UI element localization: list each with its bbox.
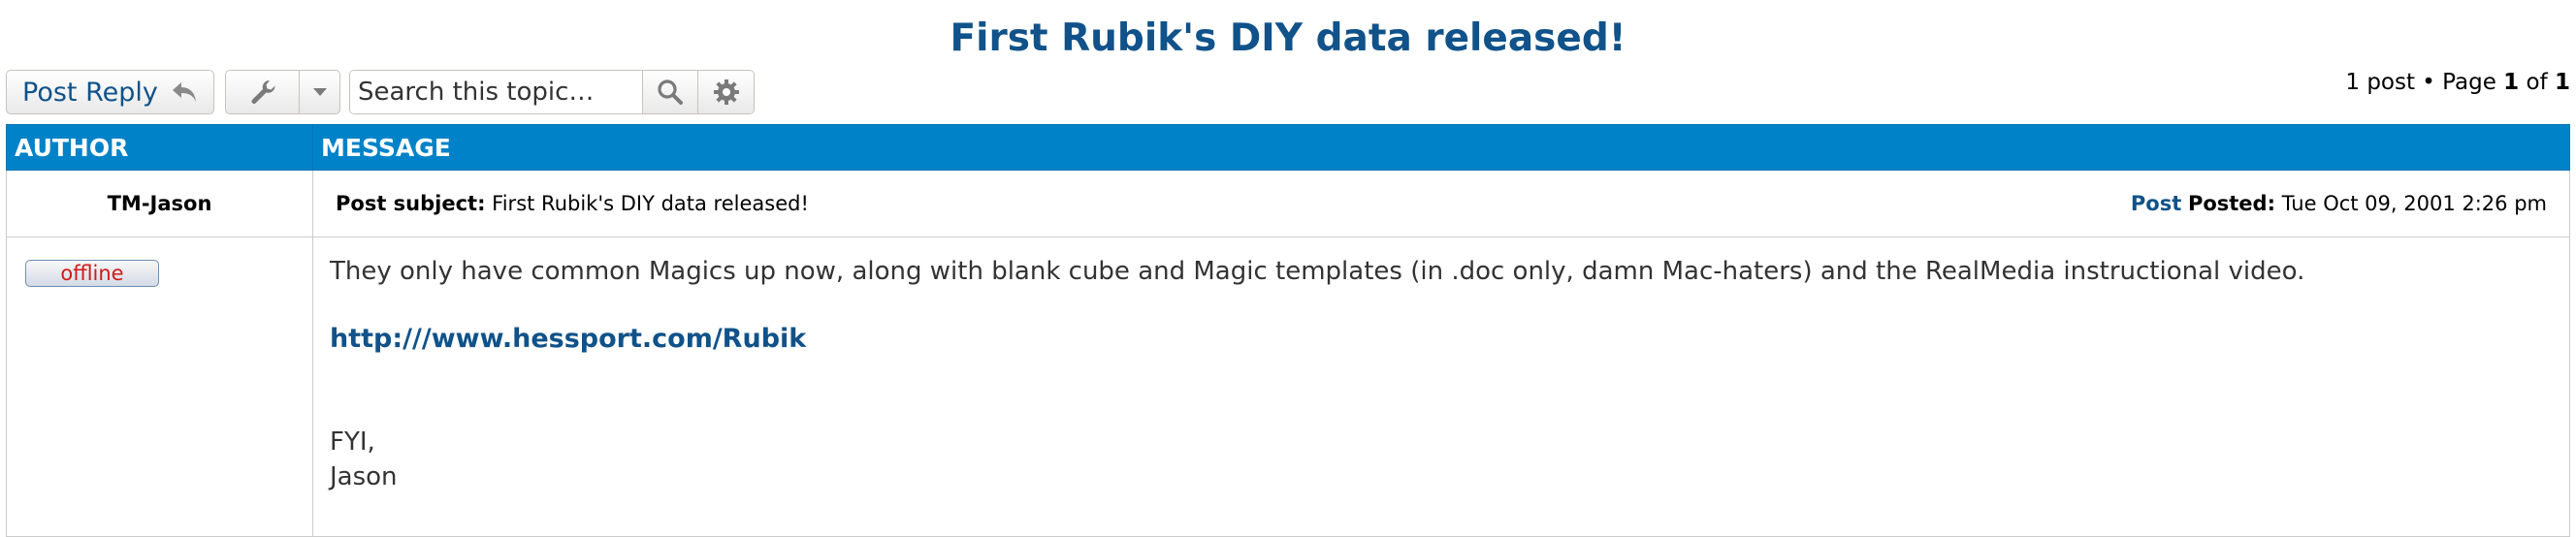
author-cell: TM-Jason — [6, 170, 313, 237]
post-body-row: offline They only have common Magics up … — [6, 237, 2570, 537]
posts-table: AUTHOR MESSAGE TM-Jason Post subject: Fi… — [6, 124, 2570, 537]
wrench-icon — [226, 71, 300, 113]
subject-text: First Rubik's DIY data released! — [492, 192, 809, 215]
current-page: 1 — [2503, 70, 2520, 95]
post-header-row: TM-Jason Post subject: First Rubik's DIY… — [6, 170, 2570, 237]
topic-title[interactable]: First Rubik's DIY data released! — [0, 8, 2576, 70]
author-column-header: AUTHOR — [6, 124, 313, 171]
pagination: 1 post • Page 1 of 1 — [2345, 68, 2570, 97]
message-cell: They only have common Magics up now, alo… — [312, 237, 2570, 537]
caret-down-icon — [300, 71, 339, 113]
gear-icon — [713, 79, 739, 105]
message-body: They only have common Magics up now, alo… — [314, 238, 2568, 535]
page-of: of — [2519, 70, 2555, 95]
offline-status-badge: offline — [25, 260, 159, 287]
post-subject: Post subject: First Rubik's DIY data rel… — [336, 192, 809, 215]
message-column-header: MESSAGE — [312, 124, 2570, 171]
subject-cell: Post subject: First Rubik's DIY data rel… — [312, 170, 2570, 237]
author-name[interactable]: TM-Jason — [8, 172, 311, 236]
search-input[interactable] — [350, 71, 643, 113]
message-text: They only have common Magics up now, alo… — [330, 257, 2305, 286]
search-icon — [658, 79, 683, 105]
reply-icon — [172, 82, 196, 102]
signature-line-1: FYI, — [330, 427, 375, 457]
post-reply-label: Post Reply — [22, 77, 158, 108]
advanced-search-button[interactable] — [698, 71, 754, 113]
signature-line-2: Jason — [330, 462, 398, 491]
message-link[interactable]: http:///www.hessport.com/Rubik — [330, 322, 2553, 357]
topic-tools-button[interactable] — [225, 70, 340, 114]
post-count: 1 post • Page — [2345, 70, 2504, 95]
author-profile-cell: offline — [6, 237, 313, 537]
topic-search — [349, 70, 755, 114]
post-date: Post Posted: Tue Oct 09, 2001 2:26 pm — [2131, 192, 2547, 215]
posted-date: Tue Oct 09, 2001 2:26 pm — [2281, 192, 2547, 215]
post-reply-button[interactable]: Post Reply — [6, 70, 214, 114]
total-pages: 1 — [2554, 70, 2570, 95]
subject-label: Post subject: — [336, 192, 486, 215]
signature: FYI, Jason — [330, 425, 2553, 494]
post-permalink[interactable]: Post — [2131, 192, 2181, 215]
search-button[interactable] — [643, 71, 699, 113]
posted-label: Posted: — [2187, 192, 2275, 215]
